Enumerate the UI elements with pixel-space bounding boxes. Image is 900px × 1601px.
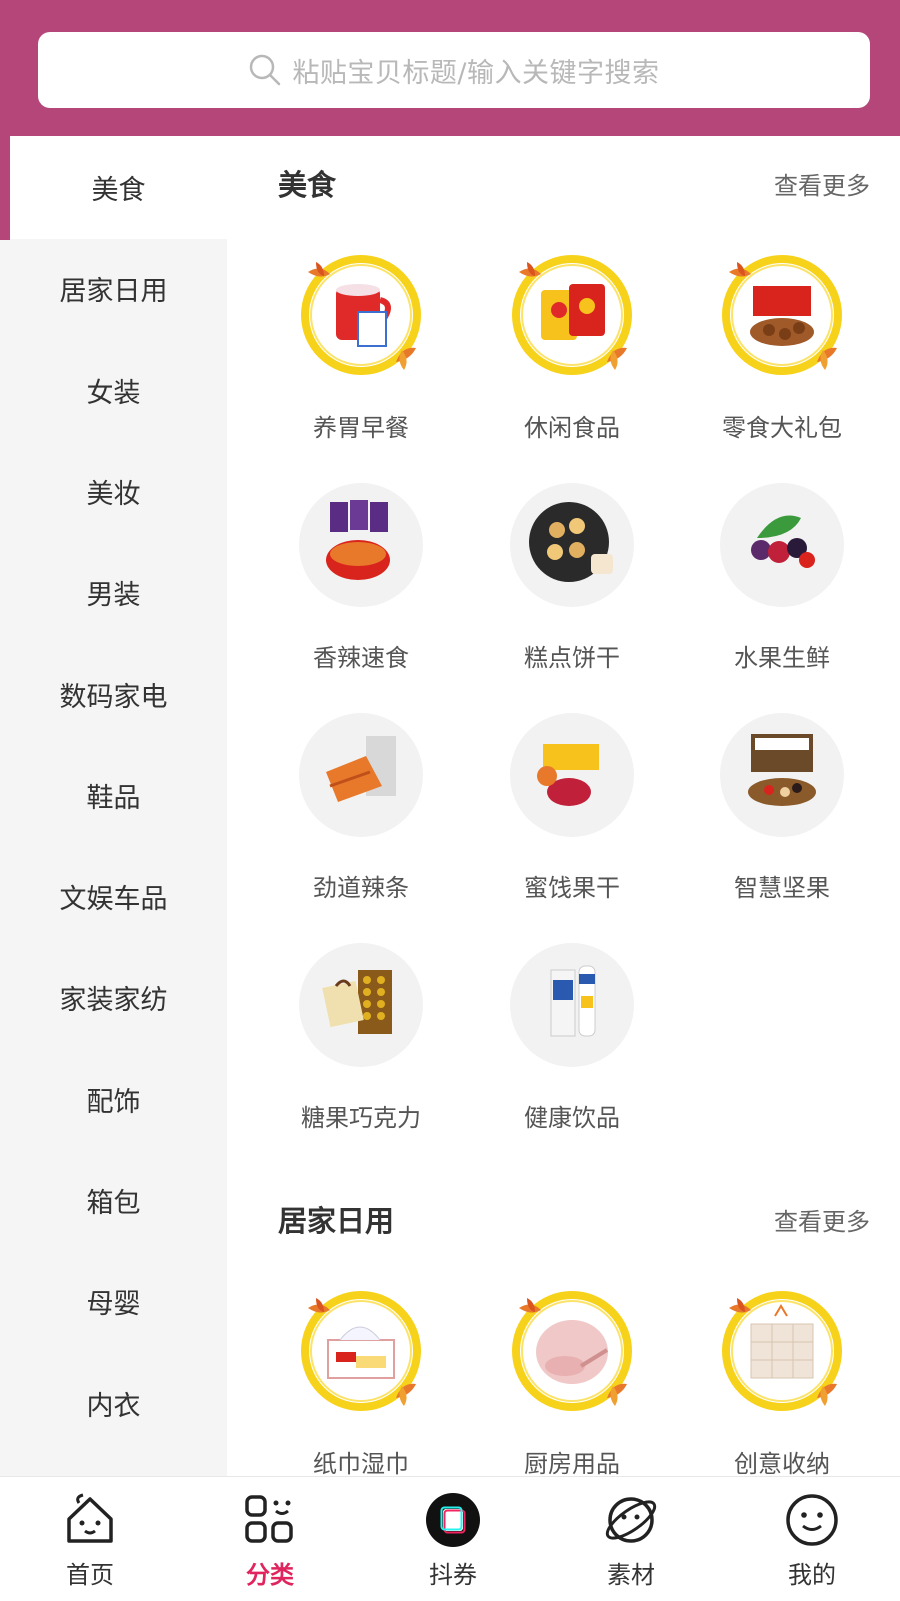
sidebar-item-label: 箱包 bbox=[86, 1188, 141, 1219]
category-content: 美食 查看更多 养胃早餐 休闲食品 零食大礼包 香辣速食 糕点饼干 水果生鲜 劲道辣条 蜜饯果干智… bbox=[227, 136, 900, 1476]
sidebar-item-label: 美食 bbox=[91, 175, 146, 206]
section-title: 居家日用 bbox=[278, 1204, 395, 1238]
tab-2[interactable]: 抖券 bbox=[363, 1477, 543, 1601]
category-item[interactable]: 香辣速食 bbox=[261, 480, 461, 690]
sidebar-item-label: 美妆 bbox=[86, 478, 141, 510]
search-bar[interactable]: 粘贴宝贝标题/输入关键字搜索 bbox=[38, 32, 870, 108]
spicy-noodle-icon bbox=[299, 483, 423, 607]
sidebar-item-0[interactable]: 美食 bbox=[10, 136, 227, 239]
sidebar-item-5[interactable]: 数码家电 bbox=[0, 643, 227, 746]
planet-icon bbox=[605, 1497, 657, 1543]
storage-drawer-icon bbox=[722, 1291, 842, 1411]
sidebar-item-4[interactable]: 男装 bbox=[0, 541, 227, 644]
tab-1[interactable]: 分类 bbox=[180, 1477, 360, 1601]
gift-box-icon bbox=[722, 255, 842, 375]
sidebar-item-label: 数码家电 bbox=[59, 681, 168, 713]
category-item[interactable]: 劲道辣条 bbox=[261, 710, 461, 920]
spicy-strip-icon bbox=[299, 713, 423, 837]
tissue-box-icon bbox=[301, 1291, 421, 1411]
search-icon bbox=[250, 54, 281, 86]
category-item-label: 糖果巧克力 bbox=[301, 1104, 421, 1132]
category-item[interactable]: 厨房用品 bbox=[472, 1286, 672, 1476]
sidebar-item-11[interactable]: 母婴 bbox=[0, 1250, 227, 1353]
category-item-label: 零食大礼包 bbox=[722, 414, 842, 442]
sidebar-item-label: 文娱车品 bbox=[59, 884, 168, 916]
sidebar-item-label: 女装 bbox=[86, 377, 141, 409]
top-header: 粘贴宝贝标题/输入关键字搜索 bbox=[0, 0, 900, 136]
category-item[interactable]: 糕点饼干 bbox=[472, 480, 672, 690]
category-item-label: 香辣速食 bbox=[313, 644, 409, 672]
sidebar-item-label: 男装 bbox=[86, 580, 141, 612]
category-item[interactable]: 健康饮品 bbox=[472, 940, 672, 1150]
sidebar-item-label: 鞋品 bbox=[86, 782, 141, 814]
cookie-tin-icon bbox=[510, 483, 634, 607]
sidebar-item-1[interactable]: 居家日用 bbox=[0, 237, 227, 340]
category-item-label: 厨房用品 bbox=[524, 1450, 620, 1476]
sidebar-item-label: 居家日用 bbox=[59, 276, 168, 308]
category-item-label: 养胃早餐 bbox=[313, 414, 409, 442]
category-item-label: 休闲食品 bbox=[524, 414, 620, 442]
category-grid-icon bbox=[245, 1495, 293, 1543]
nut-box-icon bbox=[720, 713, 844, 837]
tab-3[interactable]: 素材 bbox=[541, 1477, 721, 1601]
snack-bags-icon bbox=[512, 255, 632, 375]
douyin-coupon-icon bbox=[426, 1493, 480, 1547]
tab-label: 抖券 bbox=[429, 1561, 477, 1589]
tab-0[interactable]: 首页 bbox=[0, 1477, 180, 1601]
sidebar-item-3[interactable]: 美妆 bbox=[0, 440, 227, 543]
sidebar-item-2[interactable]: 女装 bbox=[0, 339, 227, 442]
breakfast-cup-icon bbox=[301, 255, 421, 375]
home-icon bbox=[67, 1493, 113, 1543]
sidebar-item-label: 母婴 bbox=[86, 1289, 141, 1321]
category-item-label: 糕点饼干 bbox=[524, 644, 620, 672]
section-title: 美食 bbox=[278, 168, 337, 202]
category-item-label: 健康饮品 bbox=[524, 1104, 620, 1132]
view-more-link[interactable]: 查看更多 bbox=[774, 166, 870, 201]
category-item-label: 水果生鲜 bbox=[734, 644, 830, 672]
view-more-link[interactable]: 查看更多 bbox=[774, 1202, 870, 1237]
tab-label: 素材 bbox=[607, 1561, 655, 1589]
smiley-profile-icon bbox=[786, 1494, 838, 1546]
sidebar-item-10[interactable]: 箱包 bbox=[0, 1149, 227, 1252]
tab-4[interactable]: 我的 bbox=[722, 1477, 900, 1601]
category-item-label: 纸巾湿巾 bbox=[313, 1450, 409, 1476]
fresh-berries-icon bbox=[720, 483, 844, 607]
sidebar-item-7[interactable]: 文娱车品 bbox=[0, 845, 227, 948]
category-item[interactable]: 创意收纳 bbox=[682, 1286, 882, 1476]
sidebar-item-label: 家装家纺 bbox=[59, 985, 168, 1017]
category-item[interactable]: 水果生鲜 bbox=[682, 480, 882, 690]
category-item-label: 智慧坚果 bbox=[734, 874, 830, 902]
dried-fruit-icon bbox=[510, 713, 634, 837]
category-item-label: 创意收纳 bbox=[734, 1450, 830, 1476]
category-item[interactable]: 智慧坚果 bbox=[682, 710, 882, 920]
sidebar-item-label: 配饰 bbox=[86, 1086, 141, 1118]
chocolate-box-icon bbox=[299, 943, 423, 1067]
sidebar-item-6[interactable]: 鞋品 bbox=[0, 744, 227, 847]
tab-label: 首页 bbox=[66, 1561, 114, 1589]
tab-label: 我的 bbox=[788, 1561, 836, 1589]
category-item-label: 劲道辣条 bbox=[313, 874, 409, 902]
sidebar-item-8[interactable]: 家装家纺 bbox=[0, 946, 227, 1049]
bottom-tab-bar: 首页 分类 抖券 素材 我的 bbox=[0, 1476, 900, 1600]
category-item[interactable]: 零食大礼包 bbox=[682, 250, 882, 460]
category-item[interactable]: 休闲食品 bbox=[472, 250, 672, 460]
category-item[interactable]: 纸巾湿巾 bbox=[261, 1286, 461, 1476]
sidebar-item-9[interactable]: 配饰 bbox=[0, 1048, 227, 1151]
tab-label: 分类 bbox=[246, 1561, 294, 1589]
search-placeholder: 粘贴宝贝标题/输入关键字搜索 bbox=[292, 57, 660, 89]
kitchen-pot-icon bbox=[512, 1291, 632, 1411]
category-item[interactable]: 养胃早餐 bbox=[261, 250, 461, 460]
category-item[interactable]: 糖果巧克力 bbox=[261, 940, 461, 1150]
sidebar-item-label: 内衣 bbox=[86, 1390, 141, 1422]
sidebar-active-accent bbox=[0, 136, 10, 240]
category-item-label: 蜜饯果干 bbox=[524, 874, 620, 902]
category-item[interactable]: 蜜饯果干 bbox=[472, 710, 672, 920]
milk-drink-icon bbox=[510, 943, 634, 1067]
sidebar-item-12[interactable]: 内衣 bbox=[0, 1352, 227, 1455]
